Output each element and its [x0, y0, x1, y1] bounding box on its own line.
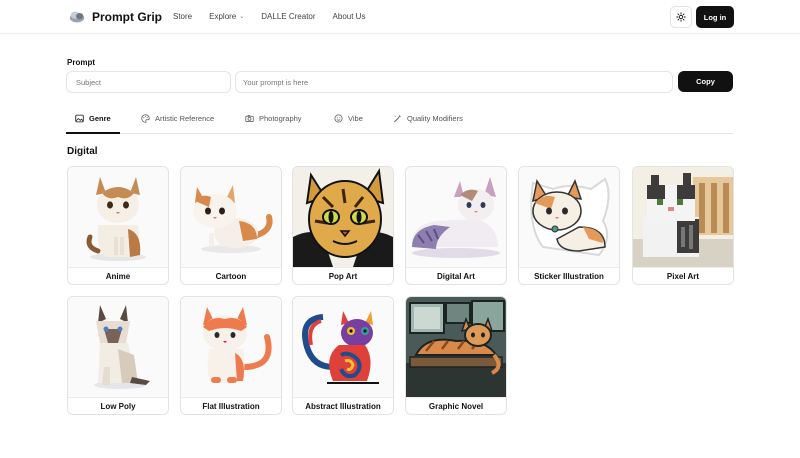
tab-photography-label: Photography [259, 114, 302, 123]
prompt-label: Prompt [67, 58, 95, 67]
genre-card-pop-art[interactable]: Pop Art [292, 166, 394, 285]
flat-illustration-cat-image [181, 297, 281, 397]
card-label: Pop Art [293, 267, 393, 284]
genre-card-cartoon[interactable]: Cartoon [180, 166, 282, 285]
image-icon [75, 114, 84, 122]
digital-art-cat-image [406, 167, 506, 267]
login-button[interactable]: Log in [696, 6, 734, 28]
card-label: Cartoon [181, 267, 281, 284]
tab-artistic-label: Artistic Reference [155, 114, 215, 123]
tab-genre[interactable]: Genre [66, 104, 120, 134]
card-label: Pixel Art [633, 267, 733, 284]
copy-button[interactable]: Copy [678, 71, 733, 92]
tab-vibe[interactable]: Vibe [325, 104, 372, 133]
genre-card-digital-art[interactable]: Digital Art [405, 166, 507, 285]
logo-icon [69, 11, 85, 23]
camera-icon [245, 115, 254, 122]
theme-toggle-button[interactable] [670, 6, 692, 28]
top-navbar: Prompt Grip Store Explore ⌄ DALLE Creator… [0, 0, 800, 34]
palette-icon [141, 114, 150, 123]
sun-icon [676, 12, 686, 22]
nav-dalle-label: DALLE Creator [261, 12, 316, 21]
card-label: Anime [68, 267, 168, 284]
brand-logo[interactable]: Prompt Grip [68, 8, 162, 26]
section-title: Digital [67, 146, 98, 157]
pop-art-cat-image [293, 167, 393, 267]
tab-photography[interactable]: Photography [236, 104, 311, 133]
card-label: Sticker Illustration [519, 267, 619, 284]
tab-genre-label: Genre [89, 113, 111, 123]
main-nav: Store Explore ⌄ DALLE Creator About Us [173, 12, 382, 21]
nav-about-label: About Us [332, 12, 366, 21]
chevron-down-icon: ⌄ [239, 14, 245, 20]
card-label: Graphic Novel [406, 397, 506, 414]
nav-dalle-creator[interactable]: DALLE Creator [261, 12, 315, 21]
genre-card-flat-illustration[interactable]: Flat Illustration [180, 296, 282, 415]
tab-quality-label: Quality Modifiers [407, 114, 463, 123]
sticker-cat-image [519, 167, 619, 267]
card-label: Digital Art [406, 267, 506, 284]
tab-quality-modifiers[interactable]: Quality Modifiers [384, 104, 472, 133]
graphic-novel-cat-image [406, 297, 506, 397]
genre-card-graphic-novel[interactable]: Graphic Novel [405, 296, 507, 415]
tab-vibe-label: Vibe [348, 114, 363, 123]
nav-explore-label: Explore [209, 12, 237, 21]
card-label: Abstract Illustration [293, 397, 393, 414]
tab-artistic-reference[interactable]: Artistic Reference [132, 104, 223, 133]
nav-store[interactable]: Store [173, 12, 192, 21]
card-label: Flat Illustration [181, 397, 281, 414]
low-poly-cat-image [68, 297, 168, 397]
category-tabs: Genre Artistic Reference Photography Vib… [66, 104, 733, 134]
anime-cat-image [68, 167, 168, 267]
nav-store-label: Store [173, 12, 193, 21]
nav-about-us[interactable]: About Us [333, 12, 366, 21]
genre-card-abstract-illustration[interactable]: Abstract Illustration [292, 296, 394, 415]
cartoon-cat-image [181, 167, 281, 267]
nav-explore[interactable]: Explore ⌄ [209, 12, 244, 21]
pixel-art-cat-image [633, 167, 733, 267]
genre-card-anime[interactable]: Anime [67, 166, 169, 285]
prompt-input[interactable] [235, 71, 673, 93]
abstract-illustration-cat-image [293, 297, 393, 397]
brand-name: Prompt Grip [92, 10, 163, 24]
genre-card-pixel-art[interactable]: Pixel Art [632, 166, 734, 285]
genre-card-sticker-illustration[interactable]: Sticker Illustration [518, 166, 620, 285]
subject-input[interactable] [66, 71, 231, 93]
wand-icon [394, 114, 402, 123]
smile-icon [334, 114, 343, 123]
card-label: Low Poly [68, 397, 168, 414]
genre-card-low-poly[interactable]: Low Poly [67, 296, 169, 415]
